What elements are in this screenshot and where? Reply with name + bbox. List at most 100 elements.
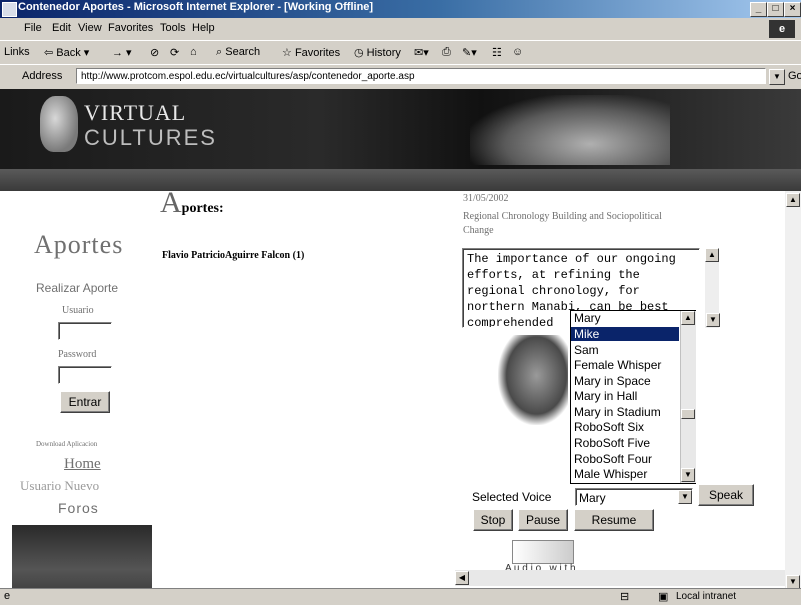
voice-option[interactable]: RoboSoft Five: [574, 436, 650, 450]
select-dropdown-icon[interactable]: ▼: [678, 490, 692, 504]
selected-voice-label: Selected Voice: [472, 490, 552, 504]
menu-help[interactable]: Help: [192, 22, 215, 34]
password-label: Password: [58, 349, 97, 360]
voice-option[interactable]: Mary in Hall: [574, 389, 637, 403]
usuario-input[interactable]: [58, 322, 112, 340]
entrar-button[interactable]: Entrar: [60, 391, 110, 413]
stop-icon[interactable]: ⊘: [150, 46, 159, 59]
voice-option-highlighted[interactable]: Mike: [574, 327, 599, 341]
horizontal-scrollbar[interactable]: ◀: [455, 570, 785, 586]
discuss-icon[interactable]: ☷: [492, 46, 502, 59]
usuario-nuevo-link[interactable]: Usuario Nuevo: [20, 478, 99, 494]
article-date: 31/05/2002: [463, 193, 509, 204]
back-button[interactable]: ⇦ Back ▾: [44, 46, 89, 59]
search-icon: ⌕: [216, 46, 223, 58]
logo-face-image: [40, 96, 78, 152]
status-bar: e ⊟ ▣ Local intranet: [0, 588, 801, 605]
menu-favorites[interactable]: Favorites: [108, 22, 153, 34]
banner-sculpture-image: [470, 95, 670, 165]
favorites-button[interactable]: ☆ Favorites: [282, 46, 340, 59]
banner-strip: [0, 169, 801, 191]
refresh-icon[interactable]: ⟳: [170, 46, 179, 59]
home-icon[interactable]: ⌂: [190, 46, 197, 58]
article-title: Regional Chronology Building and Sociopo…: [463, 211, 662, 236]
menu-tools[interactable]: Tools: [160, 22, 186, 34]
menu-view[interactable]: View: [78, 22, 102, 34]
address-label: Address: [22, 70, 63, 82]
messenger-icon[interactable]: ☺: [512, 46, 523, 58]
address-input[interactable]: http://www.protcom.espol.edu.ec/virtualc…: [76, 68, 766, 84]
voice-option[interactable]: RoboSoft Six: [574, 420, 644, 434]
aportes-title-rest: portes:: [181, 201, 224, 216]
voice-option[interactable]: Female Whisper: [574, 358, 661, 372]
forward-button[interactable]: → ▾: [112, 46, 132, 59]
search-label: Search: [225, 46, 261, 58]
edit-icon[interactable]: ✎▾: [462, 46, 477, 59]
aportes-title: Aportes:: [160, 186, 224, 220]
page-vertical-scrollbar[interactable]: ▲ ▼: [785, 191, 801, 591]
voice-option[interactable]: Sam: [574, 343, 599, 357]
banner-logo-line1: VIRTUAL: [84, 100, 187, 125]
history-button[interactable]: ◷ History: [354, 46, 401, 59]
back-label: Back: [56, 47, 81, 59]
menu-edit[interactable]: Edit: [52, 22, 71, 34]
voice-option[interactable]: RoboSoft Four: [574, 452, 652, 466]
page-scroll-up-icon[interactable]: ▲: [786, 193, 800, 207]
speak-button[interactable]: Speak: [698, 484, 754, 506]
pause-button[interactable]: Pause: [518, 509, 568, 531]
home-link[interactable]: Home: [64, 456, 101, 473]
author-link[interactable]: Flavio PatricioAguirre Falcon (1): [162, 250, 304, 261]
ie-throbber-icon: e: [769, 20, 795, 38]
text-line: regional chronology, for: [467, 284, 640, 298]
minimize-button[interactable]: _: [750, 2, 767, 17]
banner-logo-line2: CULTURES: [84, 125, 217, 150]
zone-label: Local intranet: [676, 591, 737, 602]
back-arrow-icon: ⇦: [44, 47, 54, 59]
voice-option[interactable]: Male Whisper: [574, 467, 647, 481]
voice-option[interactable]: Mary: [574, 311, 601, 325]
history-label: History: [366, 47, 401, 59]
voice-scroll-thumb[interactable]: [681, 409, 695, 419]
voice-option[interactable]: Mary in Space: [574, 374, 651, 388]
favorites-icon: ☆: [282, 47, 292, 59]
address-bar: Address http://www.protcom.espol.edu.ec/…: [0, 64, 801, 90]
maximize-button[interactable]: □: [767, 2, 784, 17]
text-line: efforts, at refining the: [467, 268, 640, 282]
voice-scroll-down-icon[interactable]: ▼: [681, 468, 695, 482]
toolbar: Links ⇦ Back ▾ → ▾ ⊘ ⟳ ⌂ ⌕ Search ☆ Favo…: [0, 40, 801, 65]
menu-file[interactable]: File: [24, 22, 42, 34]
history-icon: ◷: [354, 47, 364, 59]
selected-voice-select[interactable]: Mary: [575, 488, 693, 506]
scroll-left-icon[interactable]: ◀: [455, 571, 469, 585]
aportes-title-initial: A: [160, 186, 182, 219]
intranet-icon: ▣: [658, 591, 669, 603]
sidebar-heading: Aportes: [34, 230, 124, 259]
lock-icon: ⊟: [620, 591, 630, 603]
close-button[interactable]: ×: [784, 2, 801, 17]
voice-option[interactable]: Mary in Stadium: [574, 405, 661, 419]
mail-icon[interactable]: ✉▾: [414, 46, 429, 59]
resume-button[interactable]: Resume: [574, 509, 654, 531]
realizar-aporte-label: Realizar Aporte: [36, 281, 119, 295]
ie-app-icon: [2, 2, 17, 17]
artifact-statue-image: [498, 335, 568, 425]
textarea-dropdown-icon[interactable]: ▼: [706, 313, 720, 327]
usuario-label: Usuario: [62, 305, 94, 316]
menu-bar: File Edit View Favorites Tools Help e: [0, 18, 801, 40]
title-bar: Contenedor Aportes - Microsoft Internet …: [0, 0, 801, 18]
selected-voice-value: Mary: [579, 491, 606, 505]
page-scroll-down-icon[interactable]: ▼: [786, 575, 800, 589]
voice-scroll-up-icon[interactable]: ▲: [681, 311, 695, 325]
stop-button[interactable]: Stop: [473, 509, 513, 531]
voice-list-scrollbar[interactable]: ▲ ▼: [680, 311, 696, 483]
download-aplicacion-link[interactable]: Download Aplicacion: [36, 440, 97, 448]
foros-link[interactable]: Foros: [58, 500, 99, 516]
favorites-label: Favorites: [294, 47, 341, 59]
print-icon[interactable]: ⎙: [442, 46, 451, 59]
password-input[interactable]: [58, 366, 112, 384]
links-label[interactable]: Links: [4, 46, 30, 58]
forward-arrow-icon: →: [112, 47, 123, 59]
go-button[interactable]: Go: [770, 70, 801, 82]
search-button[interactable]: ⌕ Search: [216, 46, 260, 59]
scroll-up-icon[interactable]: ▲: [705, 248, 719, 262]
